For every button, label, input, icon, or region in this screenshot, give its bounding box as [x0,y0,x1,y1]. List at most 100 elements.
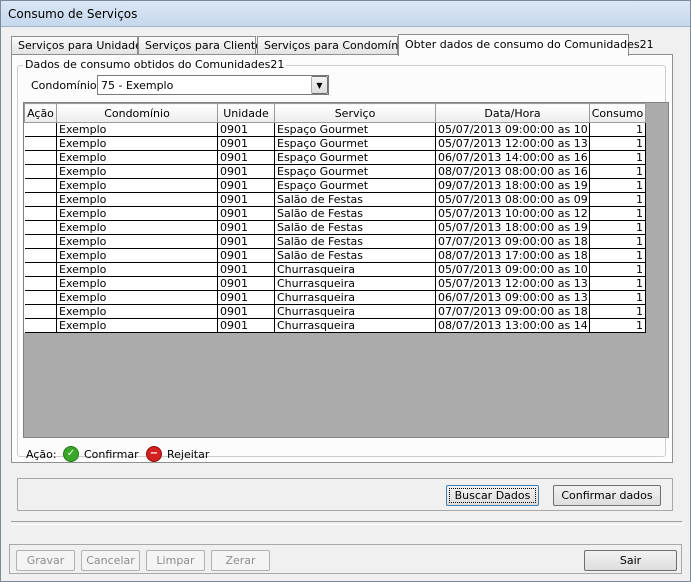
cell-data-hora: 07/07/2013 09:00:00 as 18:00 [435,304,590,319]
cell-data-hora: 08/07/2013 17:00:00 as 18:00 [435,248,590,263]
cell-data-hora: 05/07/2013 10:00:00 as 12:00 [435,206,590,221]
cell-consumo: 1 [589,122,646,137]
cell-acao [24,192,57,207]
legend-confirm-label: Confirmar [84,448,139,461]
sair-button[interactable]: Sair [584,550,677,571]
cell-condominio: Exemplo [56,318,218,333]
cell-servico: Espaço Gourmet [274,122,436,137]
column-header-data-hora[interactable]: Data/Hora [435,103,590,123]
cell-condominio: Exemplo [56,206,218,221]
tab-servicos-condominios[interactable]: Serviços para Condomínios [257,36,414,54]
cell-unidade: 0901 [217,136,275,151]
consumo-group: Dados de consumo obtidos do Comunidades2… [17,58,669,457]
main-window: Consumo de Serviços Serviços para Unidad… [0,0,691,582]
cell-consumo: 1 [589,192,646,207]
cell-data-hora: 05/07/2013 08:00:00 as 09:00 [435,192,590,207]
table-row[interactable]: Exemplo 0901 Salão de Festas 05/07/2013 10:… [24,206,646,221]
cell-condominio: Exemplo [56,262,218,277]
table-header: Ação Condomínio Unidade Serviço Data/Hor… [24,103,646,123]
cell-data-hora: 05/07/2013 18:00:00 as 19:00 [435,220,590,235]
condominio-select[interactable]: 75 - Exemplo ▼ [97,75,329,95]
table-row[interactable]: Exemplo 0901 Espaço Gourmet 09/07/2013 18:0… [24,178,646,193]
table-row[interactable]: Exemplo 0901 Espaço Gourmet 06/07/2013 14:0… [24,150,646,165]
legend-label: Ação: [26,448,57,461]
cell-condominio: Exemplo [56,220,218,235]
cell-consumo: 1 [589,178,646,193]
cell-condominio: Exemplo [56,164,218,179]
table-row[interactable]: Exemplo 0901 Churrasqueira 08/07/2013 13:00… [24,318,646,333]
tab-obter-dados[interactable]: Obter dados de consumo do Comunidades21 [398,34,654,56]
column-header-servico[interactable]: Serviço [274,103,436,123]
buscar-dados-button[interactable]: Buscar Dados [446,485,539,506]
table-row[interactable]: Exemplo 0901 Churrasqueira 06/07/2013 09:00… [24,290,646,305]
cell-condominio: Exemplo [56,276,218,291]
cell-servico: Espaço Gourmet [274,136,436,151]
cell-acao [24,262,57,277]
cell-consumo: 1 [589,248,646,263]
zerar-button[interactable]: Zerar [211,550,270,571]
cell-acao [24,150,57,165]
cell-unidade: 0901 [217,122,275,137]
cell-servico: Churrasqueira [274,262,436,277]
cell-acao [24,248,57,263]
cell-unidade: 0901 [217,304,275,319]
column-header-condominio[interactable]: Condomínio [56,103,218,123]
cell-servico: Espaço Gourmet [274,150,436,165]
cell-servico: Salão de Festas [274,220,436,235]
table-row[interactable]: Exemplo 0901 Salão de Festas 08/07/2013 17:… [24,248,646,263]
table-row[interactable]: Exemplo 0901 Espaço Gourmet 05/07/2013 12:0… [24,136,646,151]
cell-consumo: 1 [589,318,646,333]
cell-acao [24,220,57,235]
cell-data-hora: 05/07/2013 09:00:00 as 10:00 [435,122,590,137]
column-header-unidade[interactable]: Unidade [217,103,275,123]
column-header-acao[interactable]: Ação [24,103,57,123]
tab-servicos-clientes[interactable]: Serviços para Clientes [138,36,268,54]
bottom-toolbar: Gravar Cancelar Limpar Zerar Sair [9,544,682,574]
cell-servico: Churrasqueira [274,290,436,305]
cell-unidade: 0901 [217,248,275,263]
consumo-grid[interactable]: Ação Condomínio Unidade Serviço Data/Hor… [23,102,669,438]
cell-acao [24,304,57,319]
cell-acao [24,290,57,305]
cell-unidade: 0901 [217,220,275,235]
legend-reject-label: Rejeitar [167,448,210,461]
cell-acao [24,122,57,137]
table-row[interactable]: Exemplo 0901 Espaço Gourmet 05/07/2013 09:0… [24,122,646,137]
cell-data-hora: 05/07/2013 09:00:00 as 10:00 [435,262,590,277]
tab-servicos-unidades[interactable]: Serviços para Unidades [11,36,148,54]
chevron-down-icon[interactable]: ▼ [311,76,328,94]
cell-unidade: 0901 [217,290,275,305]
check-circle-icon: ✓ [63,446,79,462]
confirmar-dados-button[interactable]: Confirmar dados [553,485,661,506]
consumo-table: Ação Condomínio Unidade Serviço Data/Hor… [24,103,646,333]
table-row[interactable]: Exemplo 0901 Churrasqueira 05/07/2013 12:00… [24,276,646,291]
table-row[interactable]: Exemplo 0901 Espaço Gourmet 08/07/2013 08:0… [24,164,646,179]
title-bar: Consumo de Serviços [1,1,690,27]
gravar-button[interactable]: Gravar [16,550,75,571]
cell-consumo: 1 [589,304,646,319]
cell-condominio: Exemplo [56,248,218,263]
cell-data-hora: 07/07/2013 09:00:00 as 18:00 [435,234,590,249]
limpar-button[interactable]: Limpar [146,550,205,571]
cancelar-button[interactable]: Cancelar [81,550,140,571]
cell-servico: Churrasqueira [274,304,436,319]
cell-data-hora: 05/07/2013 12:00:00 as 13:00 [435,136,590,151]
table-row[interactable]: Exemplo 0901 Salão de Festas 07/07/2013 09:… [24,234,646,249]
table-row[interactable]: Exemplo 0901 Churrasqueira 05/07/2013 09:00… [24,262,646,277]
table-row[interactable]: Exemplo 0901 Salão de Festas 05/07/2013 08:… [24,192,646,207]
cell-servico: Salão de Festas [274,192,436,207]
cell-acao [24,164,57,179]
cell-unidade: 0901 [217,276,275,291]
table-row[interactable]: Exemplo 0901 Churrasqueira 07/07/2013 09:00… [24,304,646,319]
column-header-consumo[interactable]: Consumo [589,103,646,123]
group-legend: Dados de consumo obtidos do Comunidades2… [23,58,287,71]
cell-consumo: 1 [589,220,646,235]
separator [11,521,682,525]
cell-acao [24,234,57,249]
window-title: Consumo de Serviços [8,7,138,21]
cell-servico: Espaço Gourmet [274,178,436,193]
cell-data-hora: 09/07/2013 18:00:00 as 19:00 [435,178,590,193]
cell-condominio: Exemplo [56,122,218,137]
cell-condominio: Exemplo [56,150,218,165]
table-row[interactable]: Exemplo 0901 Salão de Festas 05/07/2013 18:… [24,220,646,235]
